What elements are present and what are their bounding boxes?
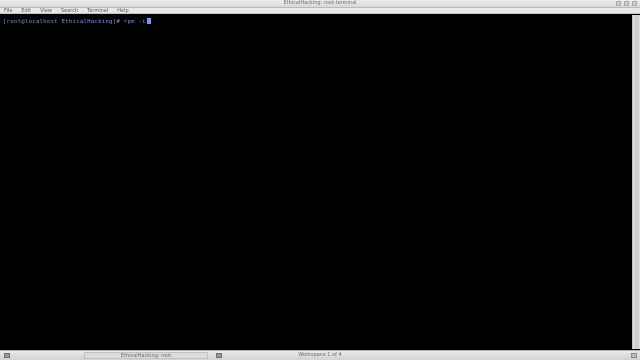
menu-edit[interactable]: Edit [21,8,31,14]
title-bar[interactable]: EthicalHacking: root-terminal [0,0,640,8]
shell-prompt: [root@localhost EthicalHacking]# [3,19,124,25]
menu-view[interactable]: View [40,8,52,14]
menu-bar: File Edit View Search Terminal Help [0,8,640,14]
menu-terminal[interactable]: Terminal [87,8,108,14]
minimize-button[interactable] [616,1,621,6]
maximize-button[interactable] [624,1,629,6]
terminal-area[interactable]: [root@localhost EthicalHacking]# rpm -i [0,15,632,349]
text-cursor [146,18,151,24]
terminal-window: EthicalHacking: root-terminal File Edit … [0,0,640,350]
taskbar: EthicalHacking: root Workspace 1 of 4 [0,350,640,360]
vertical-scrollbar[interactable] [632,15,640,349]
window-controls [616,1,637,6]
workspace-label: Workspace 1 of 4 [298,352,342,358]
menu-search[interactable]: Search [61,8,78,14]
prompt-line: [root@localhost EthicalHacking]# rpm -i [3,18,151,26]
trash-icon[interactable] [631,353,637,358]
scrollbar-thumb[interactable] [634,15,639,349]
show-desktop-icon[interactable] [4,353,10,358]
menu-help[interactable]: Help [117,8,128,14]
workspace-switcher-icon[interactable] [216,353,222,358]
menu-file[interactable]: File [4,8,12,14]
close-button[interactable] [632,1,637,6]
typed-command: rpm -i [123,19,146,25]
taskbar-window-button[interactable]: EthicalHacking: root [84,352,208,359]
window-title: EthicalHacking: root-terminal [283,0,357,6]
